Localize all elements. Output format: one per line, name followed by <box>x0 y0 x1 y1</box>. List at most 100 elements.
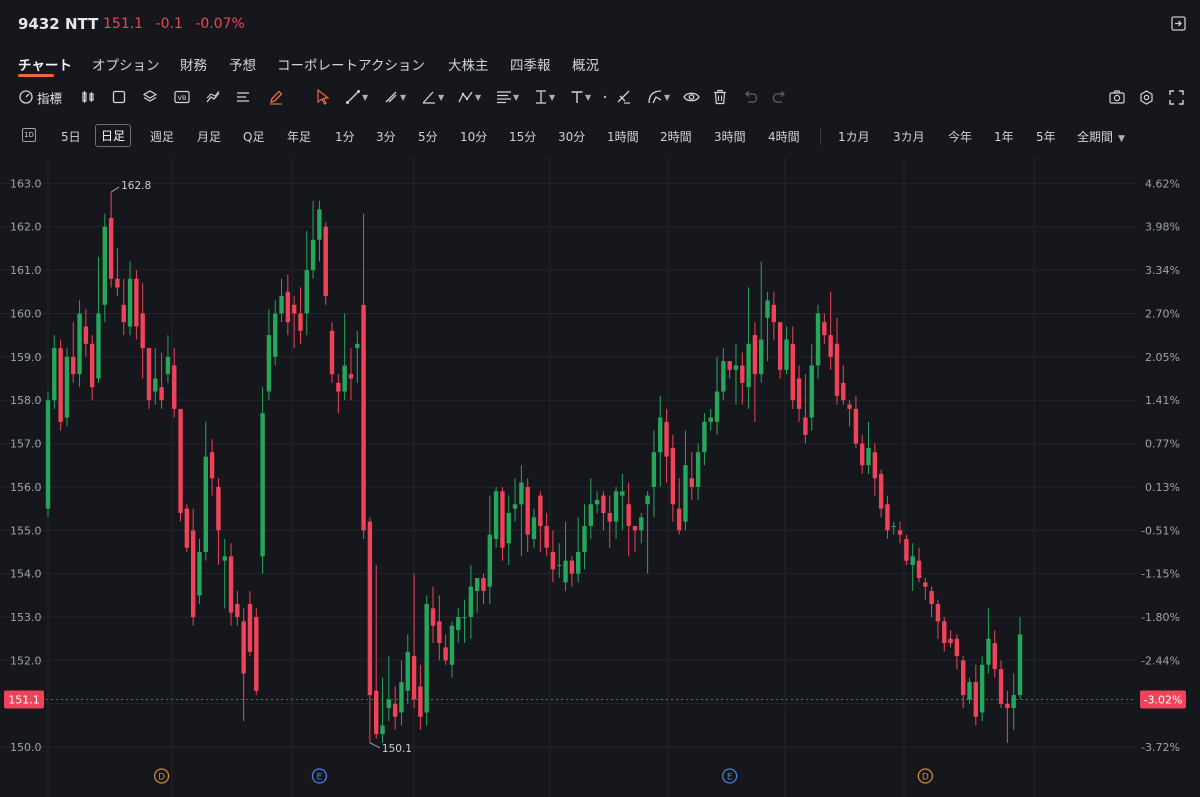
candle-body <box>279 296 284 314</box>
candle-body <box>727 361 732 370</box>
period-5d[interactable]: 5日 <box>61 128 81 145</box>
y-tick-label: 150.0 <box>10 741 42 754</box>
period-yearly[interactable]: 年足 <box>287 128 311 145</box>
candle-body <box>613 491 619 522</box>
timeframe-icon[interactable]: 1D <box>22 128 36 142</box>
period-3h[interactable]: 3時間 <box>714 128 746 145</box>
candle-body <box>323 226 328 297</box>
candle-body <box>815 313 821 366</box>
cursor-icon[interactable] <box>316 88 330 106</box>
candle-body <box>531 517 537 539</box>
draw-group-icon[interactable]: ▼ <box>647 88 670 106</box>
indicator-button[interactable]: 指標 <box>18 88 62 106</box>
pencil-icon[interactable] <box>268 88 284 106</box>
candle-body <box>695 452 701 487</box>
period-5y[interactable]: 5年 <box>1036 128 1056 145</box>
candle-body <box>538 495 543 526</box>
period-30m[interactable]: 30分 <box>558 128 585 145</box>
tab-forecast[interactable]: 予想 <box>229 54 256 74</box>
period-monthly[interactable]: 月足 <box>197 128 221 145</box>
candle-body <box>209 452 215 479</box>
settings-icon[interactable] <box>1139 88 1154 106</box>
candle-body <box>153 378 158 392</box>
vb-icon[interactable]: VB <box>174 88 190 106</box>
candle-type-icon[interactable] <box>80 88 96 106</box>
candle-body <box>803 417 808 435</box>
period-1mo[interactable]: 1カ月 <box>838 128 870 145</box>
period-2h[interactable]: 2時間 <box>660 128 692 145</box>
measure-tool-icon[interactable]: ▼ <box>534 88 555 106</box>
text-tool-icon[interactable]: ▼ <box>570 88 591 106</box>
eye-icon[interactable] <box>683 88 700 106</box>
period-ytd[interactable]: 今年 <box>948 128 972 145</box>
tab-chart[interactable]: チャート <box>18 54 72 74</box>
compare-icon[interactable] <box>205 88 221 106</box>
tab-overview[interactable]: 概況 <box>572 54 599 74</box>
candle-body <box>676 508 682 531</box>
period-15m[interactable]: 15分 <box>509 128 536 145</box>
candle-body <box>721 361 726 392</box>
event-marker-label: E <box>317 773 323 783</box>
camera-icon[interactable] <box>1109 88 1125 106</box>
undo-icon[interactable] <box>743 88 758 106</box>
candle-body <box>620 491 625 496</box>
high-pointer <box>110 186 120 193</box>
tab-options[interactable]: オプション <box>92 54 160 74</box>
y-tick-label: 161.0 <box>10 264 42 277</box>
tab-corporate-action[interactable]: コーポレートアクション <box>277 54 425 74</box>
candle-body <box>935 604 941 622</box>
fullscreen-icon[interactable] <box>1169 88 1184 106</box>
candle-body <box>190 530 196 618</box>
pct-tick-label: 0.77% <box>1145 438 1180 451</box>
period-5m[interactable]: 5分 <box>418 128 438 145</box>
period-10m[interactable]: 10分 <box>460 128 487 145</box>
candle-body <box>771 304 777 323</box>
pct-tick-label: -0.51% <box>1141 524 1180 537</box>
line-tool-icon[interactable]: ▼ <box>345 88 368 106</box>
fib-tool-icon[interactable]: ▼ <box>496 88 519 106</box>
period-all[interactable]: 全期間 ▼ <box>1077 128 1125 145</box>
candle-body <box>418 686 423 717</box>
brush-tool-icon[interactable]: ▼ <box>383 88 406 106</box>
candle-body <box>714 391 720 422</box>
price-chart[interactable]: 163.0 4.62% 162.0 3.98% 161.0 3.34% 160.0 2.70%… <box>0 158 1200 797</box>
candle-body <box>310 239 316 271</box>
tab-financials[interactable]: 財務 <box>180 54 207 74</box>
candle-body <box>847 404 852 409</box>
period-4h[interactable]: 4時間 <box>768 128 800 145</box>
trash-icon[interactable] <box>713 88 727 106</box>
main-tabs: チャート オプション 財務 予想 コーポレートアクション 大株主 四季報 概況 <box>0 50 1200 80</box>
period-weekly[interactable]: 週足 <box>150 128 174 145</box>
period-3m[interactable]: 3分 <box>376 128 396 145</box>
rectangle-icon[interactable] <box>112 88 126 106</box>
candle-body <box>184 508 190 548</box>
exit-icon[interactable] <box>1171 16 1186 31</box>
candle-body <box>474 578 480 592</box>
period-3mo[interactable]: 3カ月 <box>893 128 925 145</box>
tab-shikiho[interactable]: 四季報 <box>510 54 551 74</box>
magnet-icon[interactable] <box>616 88 632 106</box>
list-icon[interactable] <box>236 88 250 106</box>
redo-icon[interactable] <box>772 88 787 106</box>
candle-body <box>336 382 341 392</box>
candle-body <box>885 504 890 531</box>
tab-major-shareholders[interactable]: 大株主 <box>448 54 489 74</box>
candle-body <box>462 617 467 619</box>
period-quarterly[interactable]: Q足 <box>243 128 264 145</box>
angle-tool-icon[interactable]: ▼ <box>421 88 444 106</box>
candle-body <box>1005 703 1010 709</box>
pct-tick-label: 0.13% <box>1145 481 1180 494</box>
pattern-tool-icon[interactable]: ▼ <box>458 88 481 106</box>
layers-icon[interactable] <box>142 88 158 106</box>
candle-body <box>317 209 322 240</box>
period-1m[interactable]: 1分 <box>335 128 355 145</box>
candle-body <box>942 621 947 644</box>
period-1y[interactable]: 1年 <box>994 128 1014 145</box>
period-selector: 1D 5日 日足 週足 月足 Q足 年足 1分 3分 5分 10分 15分 30… <box>0 124 1200 150</box>
period-1h[interactable]: 1時間 <box>607 128 639 145</box>
candle-body <box>658 417 663 453</box>
period-daily[interactable]: 日足 <box>95 124 132 147</box>
candle-body <box>841 382 846 401</box>
candle-body <box>430 608 436 626</box>
y-tick-label: 154.0 <box>10 568 42 581</box>
